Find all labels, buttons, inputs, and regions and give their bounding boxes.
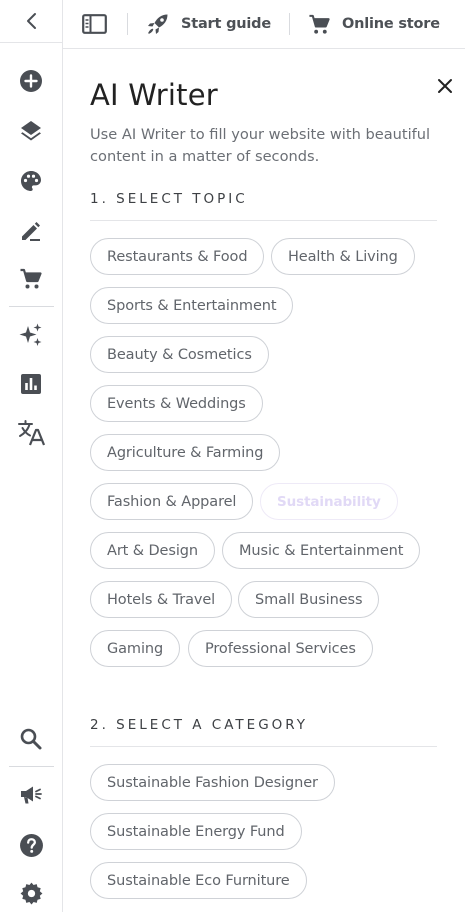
topic-chip[interactable]: Gaming xyxy=(90,630,181,667)
add-circle-icon xyxy=(20,70,42,92)
panel-description: Use AI Writer to fill your website with … xyxy=(90,126,431,165)
topic-chip[interactable]: Small Business xyxy=(238,581,380,618)
start-guide-button[interactable]: Start guide xyxy=(146,0,271,49)
topic-chip[interactable]: Sports & Entertainment xyxy=(90,287,294,324)
settings-icon xyxy=(20,882,42,904)
topic-chip[interactable]: Music & Entertainment xyxy=(222,532,421,569)
layers-button[interactable] xyxy=(16,116,46,146)
back-button[interactable] xyxy=(0,0,63,43)
edit-button[interactable] xyxy=(16,216,46,246)
toolbar-divider-2 xyxy=(288,13,290,35)
topic-chip[interactable]: Professional Services xyxy=(188,630,373,667)
search-button[interactable] xyxy=(16,724,46,754)
rail-divider xyxy=(9,306,54,307)
close-icon xyxy=(438,79,452,93)
topic-chip[interactable]: Hotels & Travel xyxy=(90,581,233,618)
search-icon xyxy=(20,728,42,750)
design-button[interactable] xyxy=(16,166,46,196)
help-icon xyxy=(19,833,43,857)
panel-title: AI Writer xyxy=(90,78,218,112)
topic-chip[interactable]: Events & Weddings xyxy=(90,385,263,422)
topic-chip[interactable]: Beauty & Cosmetics xyxy=(90,336,269,373)
topic-chip-selected[interactable]: Sustainability xyxy=(260,483,398,520)
topic-divider xyxy=(90,220,437,221)
rocket-icon xyxy=(148,14,168,34)
ai-tools-button[interactable] xyxy=(16,320,46,350)
toolbar-divider xyxy=(127,13,128,35)
rail-divider-bottom xyxy=(9,766,54,767)
layers-icon xyxy=(21,121,41,141)
topic-chip[interactable]: Health & Living xyxy=(271,238,415,275)
help-button[interactable] xyxy=(16,830,46,860)
add-element-button[interactable] xyxy=(16,66,46,96)
topic-heading: 1. SELECT TOPIC xyxy=(90,191,248,207)
start-guide-label: Start guide xyxy=(181,16,271,32)
ai-sparkle-icon xyxy=(19,323,42,346)
palette-icon xyxy=(21,171,41,191)
close-button[interactable] xyxy=(433,74,457,98)
topic-chip[interactable]: Fashion & Apparel xyxy=(90,483,254,520)
topic-chip[interactable]: Art & Design xyxy=(90,532,215,569)
edit-icon xyxy=(22,222,40,241)
sidebar-panel-icon xyxy=(82,14,107,34)
top-toolbar: Start guide Online store xyxy=(63,0,465,49)
ai-writer-panel: AI Writer Use AI Writer to fill your web… xyxy=(64,50,465,912)
toggle-sidebar-button[interactable] xyxy=(82,0,107,49)
settings-button[interactable] xyxy=(16,878,46,908)
category-heading: 2. SELECT A CATEGORY xyxy=(90,717,309,733)
category-divider xyxy=(90,746,437,747)
chart-icon xyxy=(21,374,41,394)
online-store-label: Online store xyxy=(341,16,440,32)
category-chip[interactable]: Sustainable Eco Furniture xyxy=(90,862,307,899)
translate-icon xyxy=(18,420,45,446)
announcements-button[interactable] xyxy=(16,780,46,810)
megaphone-icon xyxy=(21,786,42,804)
online-store-button[interactable]: Online store xyxy=(308,0,440,49)
store-button[interactable] xyxy=(16,264,46,294)
topic-chip[interactable]: Agriculture & Farming xyxy=(90,434,281,471)
category-chip[interactable]: Sustainable Energy Fund xyxy=(90,813,302,850)
topic-chip[interactable]: Restaurants & Food xyxy=(90,238,265,275)
cart-icon xyxy=(309,14,330,34)
back-chevron-icon xyxy=(26,13,36,29)
left-rail xyxy=(0,0,63,912)
category-chip[interactable]: Sustainable Fashion Designer xyxy=(90,764,335,801)
statistics-button[interactable] xyxy=(16,369,46,399)
translate-button[interactable] xyxy=(16,418,46,448)
cart-icon xyxy=(20,268,42,289)
